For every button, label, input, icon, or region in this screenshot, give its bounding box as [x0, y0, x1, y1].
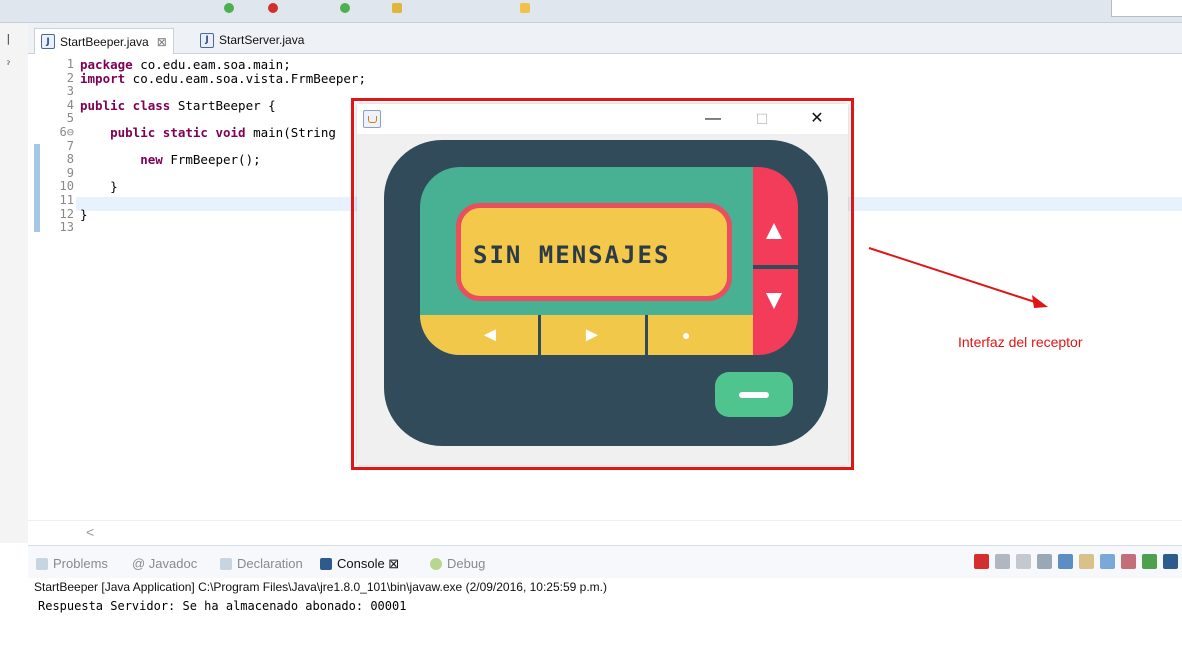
- tab-label: Problems: [53, 556, 108, 571]
- show-on-output-icon[interactable]: [1100, 554, 1115, 569]
- toolbar-icon[interactable]: [520, 3, 530, 13]
- tab-startbeeper[interactable]: J StartBeeper.java ⊠: [34, 28, 174, 54]
- tab-console[interactable]: Console ⊠: [320, 556, 399, 572]
- highlight-box: [351, 98, 854, 470]
- declaration-icon: [220, 557, 232, 570]
- keyword: new: [140, 152, 163, 168]
- change-ruler: [34, 144, 40, 232]
- side-marker: ˀ: [5, 60, 12, 73]
- arrow-line: [868, 247, 1039, 304]
- line-number: 11: [59, 192, 74, 207]
- keyword: public class: [80, 97, 171, 113]
- tab-label: StartBeeper.java: [60, 34, 149, 49]
- line-number: 9: [66, 165, 74, 180]
- keyword: import: [80, 70, 126, 86]
- clear-console-icon[interactable]: [1037, 554, 1052, 569]
- code-line[interactable]: [80, 85, 1170, 99]
- editor-tab-bar: J StartBeeper.java ⊠ J StartServer.java: [28, 23, 1182, 54]
- word-wrap-icon[interactable]: [1079, 554, 1094, 569]
- line-number: 4: [66, 97, 74, 112]
- tab-label: @ Javadoc: [132, 556, 198, 571]
- line-number: 10: [59, 179, 74, 194]
- console-tab-bar: Problems @ Javadoc Declaration Console ⊠…: [28, 545, 1182, 578]
- line-number: 7: [66, 138, 74, 153]
- left-side-strip: | ˀ: [0, 23, 29, 543]
- tab-problems[interactable]: Problems: [36, 556, 108, 571]
- close-icon[interactable]: ⊠: [157, 35, 167, 49]
- line-number: 1: [66, 57, 74, 71]
- line-number: 5: [66, 111, 74, 126]
- scroll-lock-icon[interactable]: [1058, 554, 1073, 569]
- code-line[interactable]: import co.edu.eam.soa.vista.FrmBeeper;: [80, 70, 1170, 86]
- debug-icon: [430, 557, 442, 570]
- line-numbers: 1 2 3 4 5 6⊖ 7 8 9 10 11 12 13: [42, 57, 74, 235]
- show-on-error-icon[interactable]: [1121, 554, 1136, 569]
- java-file-icon: J: [200, 32, 214, 48]
- java-file-icon: J: [41, 34, 55, 49]
- console-launch-header: StartBeeper [Java Application] C:\Progra…: [34, 580, 607, 594]
- annotation-label: Interfaz del receptor: [958, 334, 1083, 350]
- horizontal-scrollbar[interactable]: <: [28, 520, 1182, 543]
- tab-label: Console ⊠: [337, 556, 400, 571]
- tab-label: Declaration: [237, 556, 303, 571]
- line-number: 2: [66, 70, 74, 85]
- tab-debug[interactable]: Debug: [430, 556, 485, 571]
- line-number: 3: [66, 84, 74, 99]
- keyword: public static void: [110, 124, 246, 140]
- problems-icon: [36, 557, 48, 570]
- line-number: 8: [66, 152, 74, 167]
- code-line[interactable]: package co.edu.eam.soa.main;: [80, 58, 1170, 72]
- terminate-icon[interactable]: [974, 554, 989, 569]
- tab-label: Debug: [447, 556, 486, 571]
- quick-access-box[interactable]: [1111, 0, 1182, 17]
- main-toolbar: [0, 0, 1182, 23]
- tab-label: StartServer.java: [219, 33, 305, 47]
- console-icon: [320, 558, 332, 570]
- side-marker: |: [5, 32, 12, 45]
- toolbar-icon[interactable]: [224, 3, 234, 13]
- pin-console-icon[interactable]: [1142, 554, 1157, 569]
- scroll-left-arrow[interactable]: <: [86, 524, 94, 540]
- tab-javadoc[interactable]: @ Javadoc: [132, 556, 197, 571]
- line-number: 6⊖: [59, 124, 74, 139]
- tab-startserver[interactable]: J StartServer.java: [194, 29, 310, 51]
- toolbar-icon[interactable]: [340, 3, 350, 13]
- display-console-icon[interactable]: [1163, 554, 1178, 569]
- tab-declaration[interactable]: Declaration: [220, 556, 303, 571]
- line-number: 13: [59, 220, 74, 235]
- arrow-head: [1032, 295, 1048, 308]
- remove-all-icon[interactable]: [1016, 554, 1031, 569]
- console-output[interactable]: Respuesta Servidor: Se ha almacenado abo…: [28, 597, 1182, 651]
- console-toolbar: [974, 554, 1178, 569]
- remove-launch-icon[interactable]: [995, 554, 1010, 569]
- toolbar-icon[interactable]: [268, 3, 278, 13]
- toolbar-icon[interactable]: [392, 3, 402, 13]
- line-number: 12: [59, 206, 74, 221]
- annotation-arrow: [868, 247, 1048, 308]
